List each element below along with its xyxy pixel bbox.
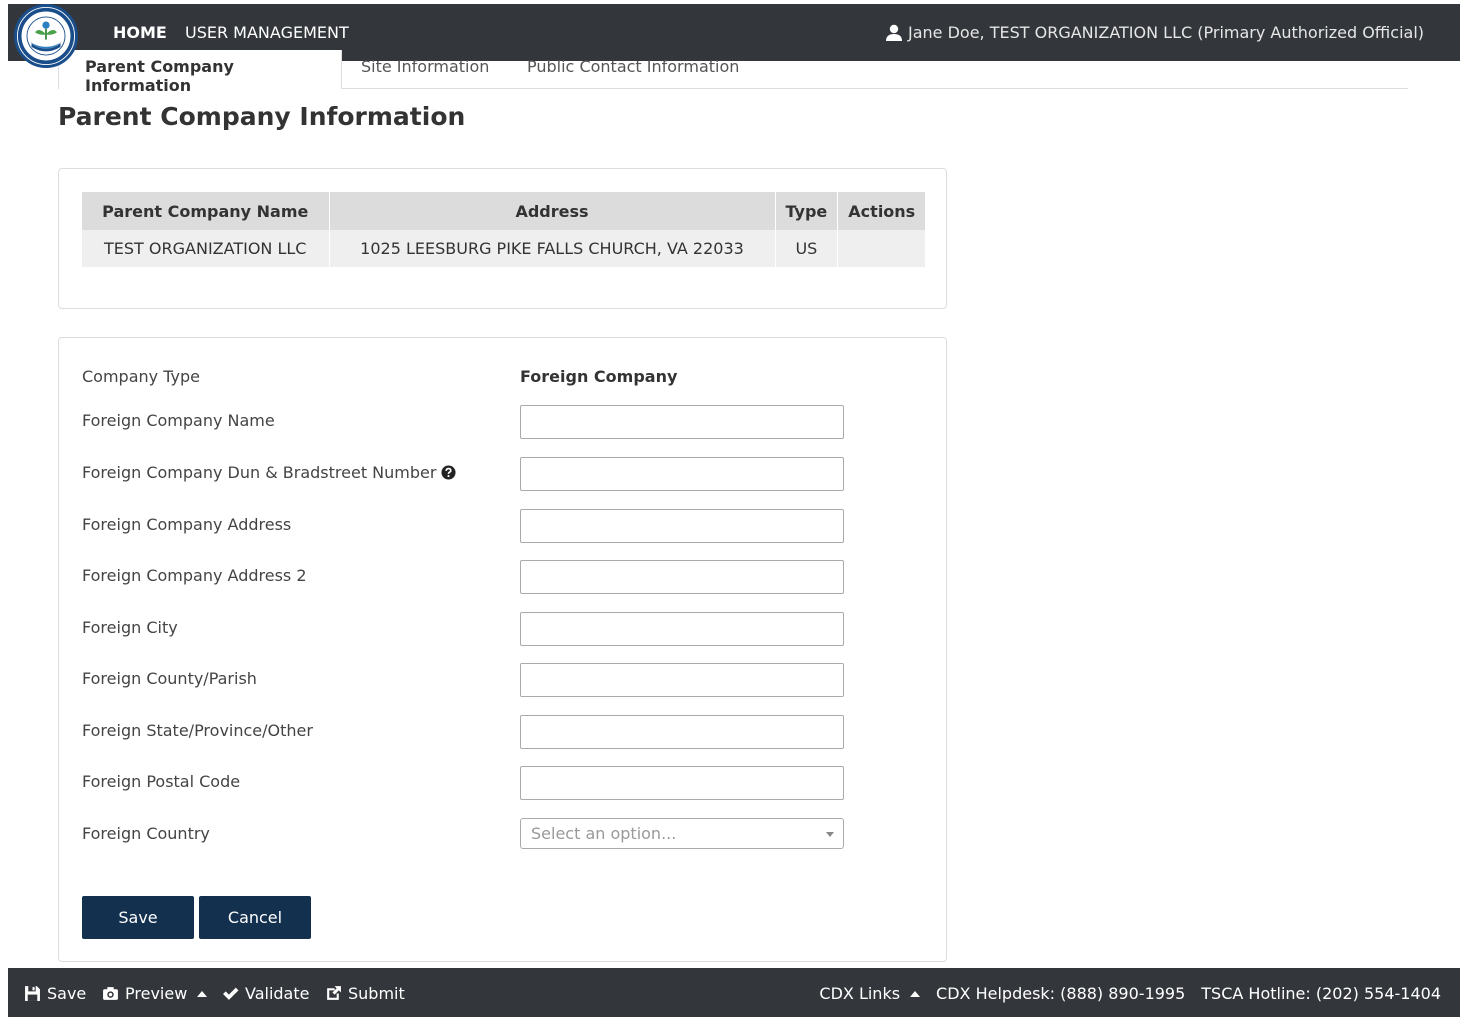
footer-validate-label: Validate xyxy=(245,984,310,1003)
form-row: Foreign City xyxy=(82,612,922,646)
dropdown-arrow-icon xyxy=(826,832,834,837)
checkmark-icon xyxy=(222,985,239,1002)
foreign-company-address-label: Foreign Company Address xyxy=(82,515,292,534)
nav-home-link[interactable]: HOME xyxy=(113,23,167,42)
form-row: Foreign Company Dun & Bradstreet Number xyxy=(82,457,922,491)
external-link-icon xyxy=(325,985,342,1002)
save-button[interactable]: Save xyxy=(82,896,194,939)
user-icon xyxy=(886,24,902,41)
form-row: Foreign Company Name xyxy=(82,405,922,439)
footer-save-button[interactable]: Save xyxy=(24,984,86,1003)
foreign-company-address-input[interactable] xyxy=(520,509,844,543)
column-header-address[interactable]: Address xyxy=(329,192,776,230)
tab-parent-company-information[interactable]: Parent Company Information xyxy=(58,50,342,95)
column-header-actions: Actions xyxy=(837,192,927,230)
foreign-company-name-input[interactable] xyxy=(520,405,844,439)
bottom-toolbar: Save Preview Validate Submit CDX Links C… xyxy=(8,968,1460,1017)
cdx-helpdesk-text: CDX Helpdesk: (888) 890-1995 xyxy=(936,984,1186,1003)
cell-address: 1025 LEESBURG PIKE FALLS CHURCH, VA 2203… xyxy=(329,230,776,267)
footer-preview-label: Preview xyxy=(125,984,188,1003)
form-row: Foreign Postal Code xyxy=(82,766,922,800)
caret-up-icon xyxy=(197,990,208,997)
foreign-company-duns-label: Foreign Company Dun & Bradstreet Number xyxy=(82,463,456,482)
tab-bar: Parent Company Information Site Informat… xyxy=(58,50,1408,95)
epa-logo-icon[interactable] xyxy=(14,4,78,68)
foreign-company-address2-input[interactable] xyxy=(520,560,844,594)
footer-submit-label: Submit xyxy=(348,984,405,1003)
foreign-company-duns-input[interactable] xyxy=(520,457,844,491)
form-row: Foreign Country Select an option... xyxy=(82,818,922,852)
foreign-city-input[interactable] xyxy=(520,612,844,646)
footer-right-group: CDX Links CDX Helpdesk: (888) 890-1995 T… xyxy=(819,984,1441,1003)
foreign-postal-code-label: Foreign Postal Code xyxy=(82,772,241,791)
form-row: Foreign Company Address xyxy=(82,509,922,543)
user-menu[interactable]: Jane Doe, TEST ORGANIZATION LLC (Primary… xyxy=(886,23,1424,42)
foreign-company-address2-label: Foreign Company Address 2 xyxy=(82,566,307,585)
column-header-type[interactable]: Type xyxy=(775,192,839,230)
company-type-row: Company Type Foreign Company xyxy=(82,361,922,395)
cell-parent-company-name: TEST ORGANIZATION LLC xyxy=(82,230,330,267)
parent-company-table: Parent Company Name Address Type Actions… xyxy=(82,192,927,267)
form-row: Foreign State/Province/Other xyxy=(82,715,922,749)
foreign-company-duns-label-text: Foreign Company Dun & Bradstreet Number xyxy=(82,463,437,482)
user-name-label: Jane Doe, TEST ORGANIZATION LLC (Primary… xyxy=(908,23,1424,42)
tab-public-contact-information[interactable]: Public Contact Information xyxy=(527,50,739,89)
company-type-value: Foreign Company xyxy=(520,367,678,386)
cancel-button[interactable]: Cancel xyxy=(199,896,311,939)
tsca-hotline-text: TSCA Hotline: (202) 554-1404 xyxy=(1201,984,1441,1003)
foreign-city-label: Foreign City xyxy=(82,618,178,637)
footer-preview-button[interactable]: Preview xyxy=(102,984,208,1003)
form-row: Foreign County/Parish xyxy=(82,663,922,697)
caret-up-icon xyxy=(910,990,921,997)
nav-user-management-link[interactable]: USER MANAGEMENT xyxy=(185,23,349,42)
company-type-label: Company Type xyxy=(82,367,200,386)
cell-type: US xyxy=(775,230,839,267)
footer-save-label: Save xyxy=(47,984,87,1003)
table-row: TEST ORGANIZATION LLC 1025 LEESBURG PIKE… xyxy=(82,230,927,267)
foreign-country-select[interactable]: Select an option... xyxy=(520,818,844,849)
camera-icon xyxy=(102,985,119,1002)
question-circle-icon[interactable] xyxy=(441,465,456,480)
foreign-company-form: Company Type Foreign Company Foreign Com… xyxy=(58,337,947,962)
floppy-disk-icon xyxy=(24,985,41,1002)
foreign-postal-code-input[interactable] xyxy=(520,766,844,800)
table-header-row: Parent Company Name Address Type Actions xyxy=(82,192,927,230)
footer-validate-button[interactable]: Validate xyxy=(222,984,309,1003)
foreign-state-province-label: Foreign State/Province/Other xyxy=(82,721,313,740)
parent-company-panel: Parent Company Name Address Type Actions… xyxy=(58,168,947,309)
cdx-links-label: CDX Links xyxy=(819,984,901,1003)
cdx-links-dropdown[interactable]: CDX Links xyxy=(819,984,921,1003)
foreign-state-province-input[interactable] xyxy=(520,715,844,749)
foreign-county-parish-label: Foreign County/Parish xyxy=(82,669,257,688)
form-row: Foreign Company Address 2 xyxy=(82,560,922,594)
foreign-country-placeholder: Select an option... xyxy=(531,824,677,843)
cell-actions xyxy=(837,230,927,267)
foreign-county-parish-input[interactable] xyxy=(520,663,844,697)
page-title: Parent Company Information xyxy=(58,102,466,131)
tab-site-information[interactable]: Site Information xyxy=(361,50,489,89)
footer-submit-button[interactable]: Submit xyxy=(325,984,405,1003)
column-header-parent-company-name[interactable]: Parent Company Name xyxy=(82,192,330,230)
foreign-country-label: Foreign Country xyxy=(82,824,210,843)
foreign-company-name-label: Foreign Company Name xyxy=(82,411,275,430)
